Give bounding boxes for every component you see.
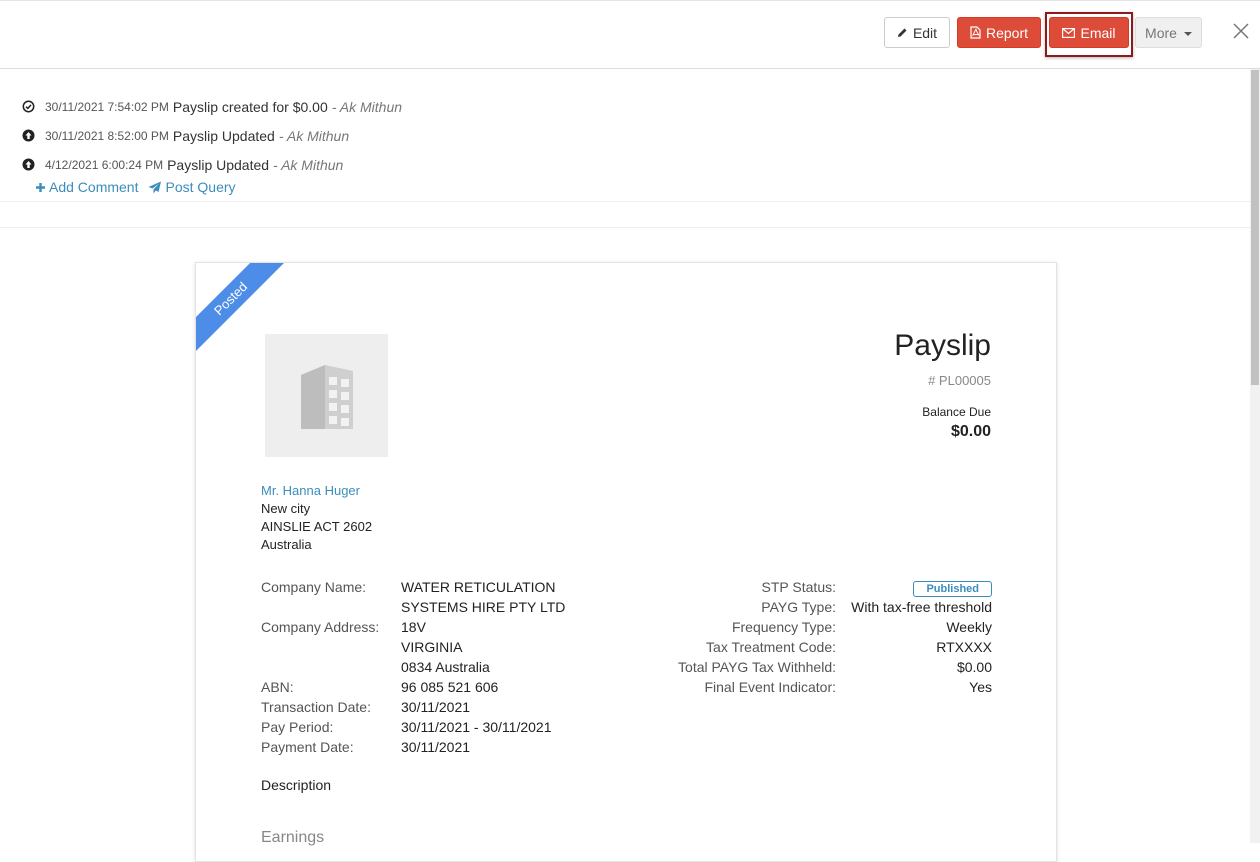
stp-status-label: STP Status: xyxy=(761,579,836,595)
payslip-document: Posted Payslip # PL00005 Balance Due $0.… xyxy=(195,262,1057,862)
stp-status-badge: Published xyxy=(913,581,992,597)
document-number: # PL00005 xyxy=(928,373,991,388)
info-row: Company Address: 18V xyxy=(261,617,565,637)
address-line: Australia xyxy=(261,537,312,552)
final-event-label: Final Event Indicator: xyxy=(704,679,836,695)
company-address-value: 18V xyxy=(401,619,426,635)
info-row: Pay Period: 30/11/2021 - 30/11/2021 xyxy=(261,717,565,737)
balance-due-label: Balance Due xyxy=(922,405,991,419)
arrow-up-circle-icon xyxy=(22,129,35,142)
more-label: More xyxy=(1145,24,1177,41)
report-button[interactable]: Report xyxy=(957,17,1041,48)
description-heading: Description xyxy=(261,777,332,793)
document-title: Payslip xyxy=(894,329,991,362)
abn-value: 96 085 521 606 xyxy=(401,679,499,695)
frequency-type-value: Weekly xyxy=(946,619,992,635)
activity-message: Payslip created for $0.00 xyxy=(172,98,328,115)
transaction-date-label: Transaction Date: xyxy=(261,699,371,715)
tax-treatment-code-value: RTXXXX xyxy=(936,639,992,655)
arrow-up-circle-icon xyxy=(22,158,35,171)
paper-plane-icon xyxy=(148,181,162,193)
activity-user: - Ak Mithun xyxy=(273,156,344,173)
company-logo-placeholder xyxy=(265,334,388,457)
final-event-value: Yes xyxy=(969,679,992,695)
earnings-heading: Earnings xyxy=(261,829,325,846)
pdf-icon xyxy=(970,26,981,39)
company-details: Company Name: WATER RETICULATION SYSTEMS… xyxy=(261,577,565,757)
info-row: 0834 Australia xyxy=(261,657,565,677)
building-icon xyxy=(300,364,353,429)
pay-period-value: 30/11/2021 - 30/11/2021 xyxy=(401,719,552,735)
company-address-value: 0834 Australia xyxy=(401,659,490,675)
add-comment-link[interactable]: Add Comment xyxy=(35,179,138,195)
company-name-label: Company Name: xyxy=(261,579,367,595)
info-row: SYSTEMS HIRE PTY LTD xyxy=(261,597,565,617)
info-row: Frequency Type: Weekly xyxy=(626,617,992,637)
info-row: STP Status: Published xyxy=(626,577,992,597)
envelope-icon xyxy=(1062,27,1076,38)
total-payg-value: $0.00 xyxy=(956,659,992,675)
payg-type-label: PAYG Type: xyxy=(761,599,836,615)
info-row: Transaction Date: 30/11/2021 xyxy=(261,697,565,717)
stp-details: STP Status: Published PAYG Type: With ta… xyxy=(626,577,992,697)
info-row: Company Name: WATER RETICULATION xyxy=(261,577,565,597)
activity-user: - Ak Mithun xyxy=(331,98,403,115)
more-dropdown-button[interactable]: More xyxy=(1135,17,1202,48)
pay-period-label: Pay Period: xyxy=(261,719,334,735)
add-comment-label: Add Comment xyxy=(49,179,139,195)
top-toolbar: Edit Report Email More xyxy=(0,0,1260,69)
activity-item: 30/11/2021 8:52:00 PM Payslip Updated - … xyxy=(22,121,402,150)
address-line: AINSLIE ACT 2602 xyxy=(261,519,373,534)
edit-button[interactable]: Edit xyxy=(884,17,950,48)
post-query-label: Post Query xyxy=(165,179,236,195)
divider xyxy=(0,227,1250,228)
employee-name-link[interactable]: Mr. Hanna Huger xyxy=(261,482,372,500)
info-row: Final Event Indicator: Yes xyxy=(626,677,992,697)
employee-address: Mr. Hanna Huger New city AINSLIE ACT 260… xyxy=(261,482,372,554)
activity-message: Payslip Updated xyxy=(167,156,270,173)
close-icon[interactable] xyxy=(1231,21,1251,41)
activity-message: Payslip Updated xyxy=(172,127,275,144)
post-query-link[interactable]: Post Query xyxy=(148,179,236,195)
activity-item: 30/11/2021 7:54:02 PM Payslip created fo… xyxy=(22,92,402,121)
scrollbar-thumb[interactable] xyxy=(1251,70,1259,385)
frequency-type-label: Frequency Type: xyxy=(731,619,836,635)
info-row: PAYG Type: With tax-free threshold xyxy=(626,597,992,617)
info-row: Total PAYG Tax Withheld: $0.00 xyxy=(626,657,992,677)
email-button[interactable]: Email xyxy=(1049,17,1129,48)
pencil-icon xyxy=(897,28,907,37)
address-line: New city xyxy=(261,501,311,516)
company-name-value: SYSTEMS HIRE PTY LTD xyxy=(401,599,566,615)
payment-date-value: 30/11/2021 xyxy=(401,739,471,755)
activity-log: 30/11/2021 7:54:02 PM Payslip created fo… xyxy=(22,92,402,179)
company-address-label: Company Address: xyxy=(261,619,380,635)
balance-due-value: $0.00 xyxy=(950,423,991,440)
edit-label: Edit xyxy=(912,24,938,41)
check-circle-icon xyxy=(22,100,35,113)
info-row: Tax Treatment Code: RTXXXX xyxy=(626,637,992,657)
report-label: Report xyxy=(985,24,1029,41)
caret-down-icon xyxy=(1183,31,1192,36)
payg-type-value: With tax-free threshold xyxy=(851,599,992,615)
email-label: Email xyxy=(1080,24,1116,41)
activity-actions: Add Comment Post Query xyxy=(35,179,236,195)
plus-icon xyxy=(36,182,45,192)
abn-label: ABN: xyxy=(261,679,294,695)
divider xyxy=(0,201,1250,202)
total-payg-label: Total PAYG Tax Withheld: xyxy=(678,659,836,675)
payment-date-label: Payment Date: xyxy=(261,739,354,755)
activity-time: 30/11/2021 8:52:00 PM xyxy=(45,128,169,143)
activity-time: 30/11/2021 7:54:02 PM xyxy=(45,99,169,114)
tax-treatment-code-label: Tax Treatment Code: xyxy=(706,639,836,655)
activity-user: - Ak Mithun xyxy=(278,127,350,144)
info-row: VIRGINIA xyxy=(261,637,565,657)
company-address-value: VIRGINIA xyxy=(401,639,463,655)
company-name-value: WATER RETICULATION xyxy=(401,579,556,595)
activity-time: 4/12/2021 6:00:24 PM xyxy=(45,157,164,172)
activity-item: 4/12/2021 6:00:24 PM Payslip Updated - A… xyxy=(22,150,402,179)
transaction-date-value: 30/11/2021 xyxy=(401,699,471,715)
info-row: Payment Date: 30/11/2021 xyxy=(261,737,565,757)
info-row: ABN: 96 085 521 606 xyxy=(261,677,565,697)
